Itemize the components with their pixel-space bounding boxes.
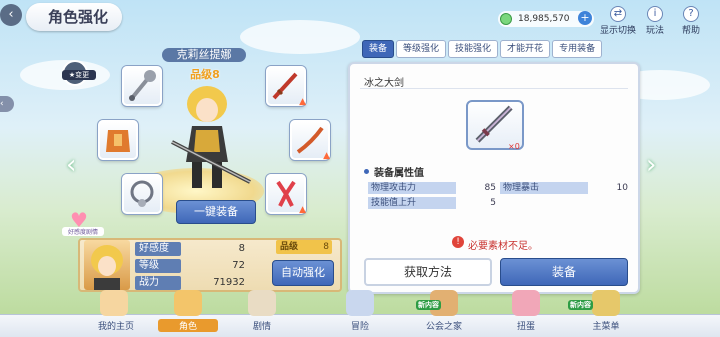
- display-toggle-icon: ⇄: [610, 6, 626, 22]
- gameplay-label: 玩法: [645, 26, 664, 36]
- stat-label: 战力: [135, 276, 181, 290]
- main-menu-icon: [592, 290, 620, 316]
- warning-text: 必要素材不足。: [468, 241, 538, 252]
- stat-label: 好感度: [135, 242, 181, 256]
- tab-equipment[interactable]: 装备: [362, 40, 395, 58]
- stat-row-level: 等级 72: [135, 259, 245, 273]
- divider: [360, 88, 628, 89]
- star-change-label: ★变更: [62, 70, 96, 80]
- affection-story-label: 好感度剧情: [62, 227, 104, 236]
- auto-enhance-button[interactable]: 自动强化: [272, 260, 334, 286]
- equip-slot-accessory[interactable]: ▲: [266, 174, 306, 215]
- attr-value: 85: [484, 183, 496, 193]
- side-menu-toggle[interactable]: ‹: [0, 96, 14, 112]
- nav-item-guild-house[interactable]: 公会之家: [414, 319, 474, 332]
- equip-slot-blade[interactable]: ▲: [290, 120, 330, 161]
- grade-badge-label: 品级: [280, 242, 299, 252]
- attr-label: 物理暴击: [500, 182, 588, 194]
- stat-value: 72: [232, 260, 245, 271]
- display-toggle-label: 显示切换: [599, 26, 636, 36]
- help-icon: ?: [683, 6, 699, 22]
- add-currency-button[interactable]: +: [578, 11, 592, 25]
- help-button[interactable]: ? 帮助: [676, 6, 706, 36]
- get-method-button[interactable]: 获取方法: [364, 258, 492, 286]
- equip-slot-necklace[interactable]: [122, 174, 162, 214]
- mace-icon: [129, 70, 156, 101]
- upgrade-star-icon: ▲: [323, 151, 330, 161]
- character-icon: [174, 290, 202, 316]
- tab-talent-bloom[interactable]: 才能开花: [500, 40, 551, 58]
- equip-slot-sword[interactable]: ▲: [266, 66, 306, 107]
- character-grade: 品级8: [190, 68, 220, 81]
- attr-row: 物理暴击 10: [500, 182, 628, 194]
- equip-slot-armor[interactable]: [98, 120, 138, 160]
- upgrade-star-icon: ▲: [299, 205, 306, 215]
- enhance-tabs: 装备 等级强化 技能强化 才能开花 专用装备: [362, 40, 603, 58]
- attr-row: 物理攻击力 85: [368, 182, 496, 194]
- one-click-equip-button[interactable]: 一键装备: [176, 200, 256, 224]
- cloud: [240, 20, 360, 54]
- back-icon: ‹: [8, 7, 14, 22]
- nav-item-character[interactable]: 角色: [158, 319, 218, 332]
- stat-label: 等级: [135, 259, 181, 273]
- bullet-icon: [364, 169, 369, 174]
- attr-value: 5: [490, 198, 496, 208]
- nav-item-gacha[interactable]: 扭蛋: [496, 319, 556, 332]
- attr-label: 物理攻击力: [368, 182, 456, 194]
- item-count: ×0: [508, 142, 520, 151]
- character-sprite[interactable]: [162, 82, 252, 202]
- attr-value: 10: [616, 183, 628, 193]
- story-icon: [248, 290, 276, 316]
- attr-row: 技能值上升 5: [368, 197, 496, 209]
- nav-item-main-menu[interactable]: 主菜单: [576, 319, 636, 332]
- display-toggle-button[interactable]: ⇄ 显示切换: [598, 6, 638, 36]
- stat-value: 8: [238, 243, 245, 254]
- equip-slot-weapon[interactable]: [122, 66, 162, 106]
- grade-badge: 品级 8: [276, 240, 332, 254]
- attributes-header: 装备属性值: [374, 168, 424, 179]
- info-icon: i: [647, 6, 663, 22]
- home-icon: [100, 290, 128, 316]
- next-character-arrow[interactable]: ›: [646, 150, 656, 180]
- stat-row-affection: 好感度 8: [135, 242, 245, 256]
- warning-icon: !: [452, 236, 464, 248]
- stat-value: 71932: [213, 277, 245, 288]
- character-portrait[interactable]: [84, 240, 130, 290]
- gacha-icon: [512, 290, 540, 316]
- new-content-badge: 新内容: [568, 300, 593, 310]
- equip-button[interactable]: 装备: [500, 258, 628, 286]
- nav-item-story[interactable]: 剧情: [232, 319, 292, 332]
- nav-item-adventure[interactable]: 冒险: [330, 319, 390, 332]
- help-label: 帮助: [681, 26, 700, 36]
- coin-icon: [500, 13, 512, 25]
- stat-row-power: 战力 71932: [135, 276, 245, 290]
- necklace-icon: [130, 180, 154, 207]
- grade-badge-value: 8: [323, 242, 329, 252]
- back-button[interactable]: ‹: [0, 4, 22, 26]
- new-content-badge: 新内容: [416, 300, 441, 310]
- upgrade-star-icon: ▲: [299, 97, 306, 107]
- character-name: 克莉丝提娜: [162, 48, 246, 62]
- adventure-icon: [346, 290, 374, 316]
- gameplay-button[interactable]: i 玩法: [640, 6, 670, 36]
- tab-level-enhance[interactable]: 等级强化: [396, 40, 447, 58]
- tab-skill-enhance[interactable]: 技能强化: [448, 40, 499, 58]
- armor-icon: [106, 130, 130, 152]
- item-name: 冰之大剑: [364, 78, 404, 89]
- prev-character-arrow[interactable]: ‹: [66, 150, 76, 180]
- attr-label: 技能值上升: [368, 197, 456, 209]
- page-title: 角色强化: [26, 3, 122, 31]
- tab-unique-equipment[interactable]: 专用装备: [552, 40, 603, 58]
- nav-item-home[interactable]: 我的主页: [86, 319, 146, 332]
